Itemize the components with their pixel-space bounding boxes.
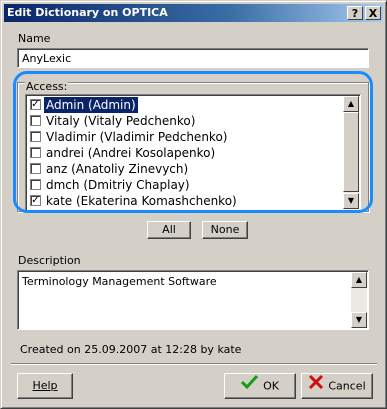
cancel-button[interactable]: Cancel (301, 373, 373, 399)
ok-button-label: OK (263, 379, 279, 393)
checkmark-icon (241, 374, 259, 399)
ok-button[interactable]: OK (224, 373, 296, 399)
name-field[interactable]: AnyLexic (17, 48, 369, 68)
help-button[interactable]: Help (17, 373, 73, 399)
access-highlight-ring (13, 71, 373, 213)
footer-divider (11, 363, 377, 365)
dialog-window: Edit Dictionary on OPTICA ? X Name AnyLe… (0, 0, 387, 409)
select-none-button[interactable]: None (202, 221, 248, 239)
help-title-button[interactable]: ? (347, 6, 363, 20)
created-info: Created on 25.09.2007 at 12:28 by kate (20, 343, 242, 356)
desc-scroll-down-icon[interactable]: ▼ (351, 312, 367, 328)
cancel-button-label: Cancel (328, 379, 366, 393)
title-bar[interactable]: Edit Dictionary on OPTICA ? X (4, 4, 383, 22)
cancel-x-icon (308, 374, 324, 399)
description-text: Terminology Management Software (22, 275, 217, 288)
description-label: Description (18, 254, 81, 267)
desc-scroll-up-icon[interactable]: ▲ (351, 272, 367, 288)
select-all-button[interactable]: All (147, 221, 191, 239)
help-button-label: Help (32, 379, 58, 392)
description-scrollbar[interactable]: ▲ ▼ (351, 272, 367, 328)
description-field[interactable]: Terminology Management Software ▲ ▼ (17, 270, 369, 330)
name-label: Name (18, 32, 51, 45)
window-title: Edit Dictionary on OPTICA (7, 6, 168, 19)
close-title-button[interactable]: X (365, 6, 381, 20)
